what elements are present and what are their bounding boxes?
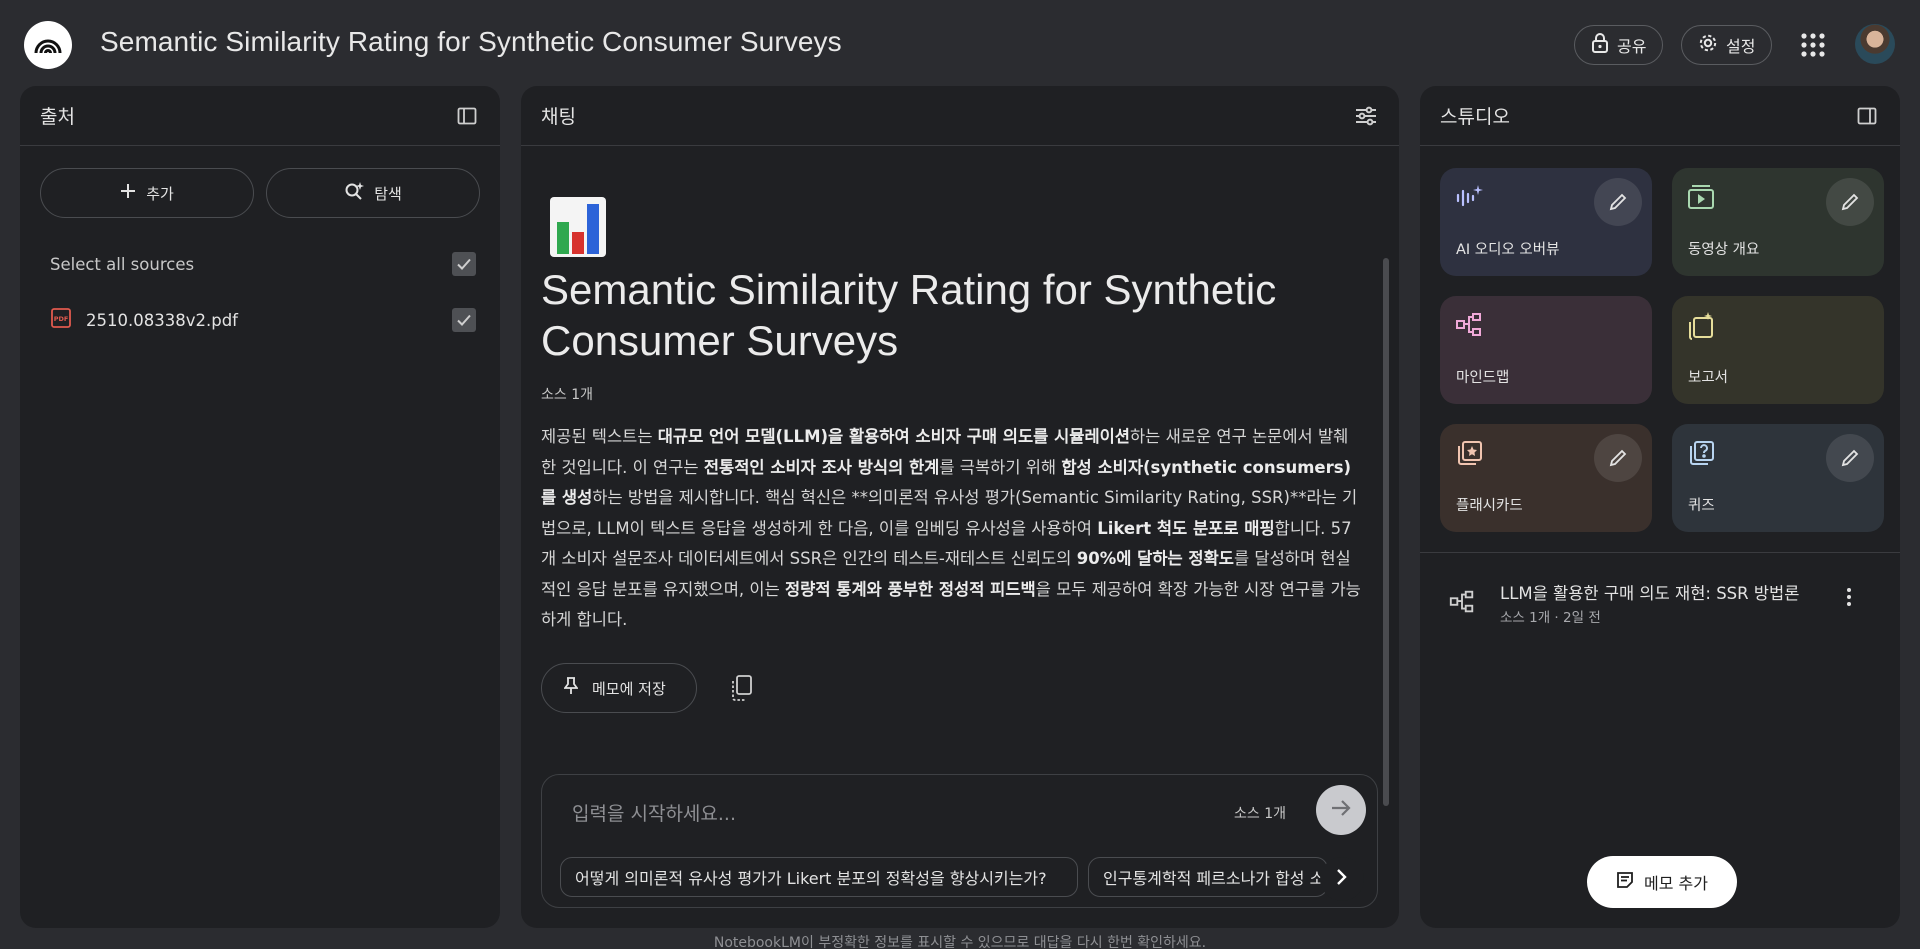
note-title: LLM을 활용한 구매 의도 재현: SSR 방법론 (1500, 584, 1800, 603)
chat-header: 채팅 (521, 86, 1399, 146)
pdf-icon: PDF (50, 307, 72, 333)
tile-label: 보고서 (1688, 370, 1729, 386)
studio-tile-flashcards[interactable]: 플래시카드 (1440, 424, 1652, 532)
edit-icon[interactable] (1826, 434, 1874, 482)
note-item[interactable]: LLM을 활용한 구매 의도 재현: SSR 방법론 소스 1개 · 2일 전 (1420, 576, 1900, 638)
more-vert-icon[interactable] (1846, 586, 1852, 612)
studio-panel: 스튜디오 AI 오디오 오버뷰 동영상 개요 마인드맵 보고서 플래시카드 퀴즈… (1420, 86, 1900, 928)
edit-icon[interactable] (1594, 434, 1642, 482)
arrow-right-icon (1330, 798, 1352, 822)
explore-label: 탐색 (374, 184, 402, 203)
studio-title: 스튜디오 (1440, 106, 1510, 128)
chat-panel: 채팅 Semantic Similarity Rating for Synthe… (521, 86, 1399, 928)
collapse-panel-icon[interactable] (1854, 103, 1880, 129)
lock-icon (1591, 33, 1609, 57)
avatar[interactable] (1855, 24, 1895, 64)
mindmap-icon (1454, 310, 1484, 340)
tile-label: 플래시카드 (1456, 498, 1523, 514)
tile-label: 동영상 개요 (1688, 242, 1760, 258)
source-item-checkbox[interactable] (452, 308, 476, 332)
divider (1420, 552, 1900, 553)
add-note-button[interactable]: 메모 추가 (1587, 856, 1737, 908)
mindmap-icon (1448, 588, 1476, 620)
quiz-icon (1686, 438, 1716, 468)
chat-options-icon[interactable] (1353, 103, 1379, 129)
studio-tile-quiz[interactable]: 퀴즈 (1672, 424, 1884, 532)
gear-icon (1698, 33, 1718, 57)
flashcard-icon (1454, 438, 1484, 468)
tile-label: 마인드맵 (1456, 370, 1510, 386)
studio-tile-audio-overview[interactable]: AI 오디오 오버뷰 (1440, 168, 1652, 276)
tile-label: AI 오디오 오버뷰 (1456, 242, 1560, 258)
settings-label: 설정 (1726, 37, 1756, 56)
studio-tile-report[interactable]: 보고서 (1672, 296, 1884, 404)
top-bar: Semantic Similarity Rating for Synthetic… (0, 0, 1920, 86)
chat-title: 채팅 (541, 106, 576, 128)
video-icon (1686, 182, 1716, 212)
edit-icon[interactable] (1826, 178, 1874, 226)
studio-header: 스튜디오 (1420, 86, 1900, 146)
chat-scrollbar[interactable] (1383, 258, 1389, 806)
doc-title: Semantic Similarity Rating for Synthetic… (541, 266, 1277, 364)
studio-tile-video-overview[interactable]: 동영상 개요 (1672, 168, 1884, 276)
sources-header: 출처 (20, 86, 500, 146)
disclaimer-text: NotebookLM이 부정확한 정보를 표시할 수 있으므로 대답을 다시 한… (713, 935, 1207, 949)
chat-composer: 입력을 시작하세요... 소스 1개 어떻게 의미론적 유사성 평가가 Like… (541, 774, 1378, 908)
sources-title: 출처 (40, 106, 75, 128)
share-label: 공유 (1617, 37, 1647, 56)
edit-icon[interactable] (1594, 178, 1642, 226)
pin-icon (563, 677, 579, 699)
composer-source-count: 소스 1개 (1234, 806, 1286, 822)
note-icon (1616, 871, 1634, 893)
source-item-name: 2510.08338v2.pdf (86, 310, 238, 330)
studio-tile-mindmap[interactable]: 마인드맵 (1440, 296, 1652, 404)
send-button[interactable] (1316, 785, 1366, 835)
save-to-memo-button[interactable]: 메모에 저장 (541, 663, 697, 713)
save-to-memo-label: 메모에 저장 (592, 679, 666, 698)
plus-icon (120, 183, 136, 203)
apps-grid-icon[interactable] (1800, 32, 1826, 58)
sources-panel: 출처 추가 탐색 Select all sources PDF 2510.083… (20, 86, 500, 928)
add-note-label: 메모 추가 (1644, 874, 1708, 893)
settings-button[interactable]: 설정 (1681, 25, 1773, 65)
notebooklm-logo-icon[interactable] (24, 21, 72, 69)
select-all-row[interactable]: Select all sources (20, 236, 500, 292)
svg-text:PDF: PDF (54, 315, 69, 323)
chat-input[interactable]: 입력을 시작하세요... (572, 799, 736, 826)
summary-text: 제공된 텍스트는 대규모 언어 모델(LLM)을 활용하여 소비자 구매 의도를… (541, 427, 1361, 629)
explore-sources-button[interactable]: 탐색 (266, 168, 480, 218)
report-icon (1686, 310, 1716, 340)
search-sparkle-icon (344, 181, 365, 205)
tile-label: 퀴즈 (1688, 498, 1715, 514)
add-source-label: 추가 (146, 184, 174, 203)
source-count: 소스 1개 (541, 387, 593, 403)
suggestions-next-button[interactable] (1320, 857, 1364, 901)
suggested-question[interactable]: 어떻게 의미론적 유사성 평가가 Likert 분포의 정확성을 향상시키는가? (560, 857, 1078, 897)
suggested-question[interactable]: 인구통계학적 페르소나가 합성 소비자 (1088, 857, 1328, 897)
select-all-label: Select all sources (50, 254, 195, 274)
bar-chart-emoji-icon (549, 196, 607, 262)
notebook-title[interactable]: Semantic Similarity Rating for Synthetic… (100, 26, 842, 58)
select-all-checkbox[interactable] (452, 252, 476, 276)
source-item[interactable]: PDF 2510.08338v2.pdf (20, 292, 500, 348)
add-source-button[interactable]: 추가 (40, 168, 254, 218)
collapse-panel-icon[interactable] (454, 103, 480, 129)
copy-icon[interactable] (729, 674, 757, 702)
share-button[interactable]: 공유 (1574, 25, 1664, 65)
chevron-right-icon (1336, 868, 1348, 890)
audio-waveform-icon (1454, 182, 1484, 212)
note-meta: 소스 1개 · 2일 전 (1500, 610, 1601, 626)
